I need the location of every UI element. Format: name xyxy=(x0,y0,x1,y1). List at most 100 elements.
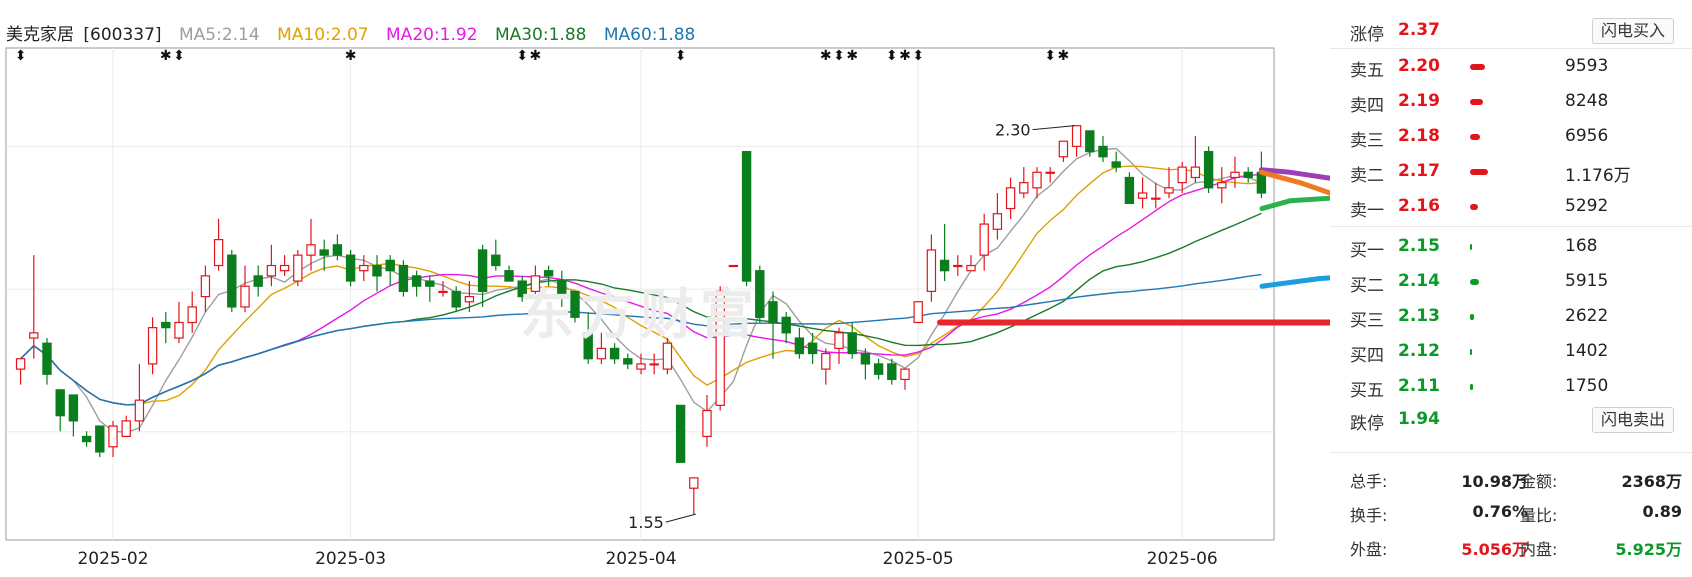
candle-body xyxy=(596,347,607,360)
ask-level-label: 卖五 xyxy=(1350,61,1384,81)
ma5-label: MA5:2.14 xyxy=(178,25,260,45)
candle-body xyxy=(636,363,646,370)
candle-body xyxy=(491,254,501,267)
volume-ratio-value: 0.89 xyxy=(1642,502,1682,521)
candle-body xyxy=(147,327,158,365)
ask-level-label: 卖四 xyxy=(1350,96,1384,116)
ask-row[interactable]: 卖四 2.19 8248 xyxy=(1330,87,1692,117)
x-tick-label: 2025-02 xyxy=(77,549,148,569)
candle-body xyxy=(794,337,805,355)
candle-body xyxy=(689,477,699,489)
ask-row[interactable]: 卖三 2.18 6956 xyxy=(1330,122,1692,152)
x-tick-label: 2025-05 xyxy=(883,549,954,569)
inner-value: 5.925万 xyxy=(1615,540,1682,559)
candle-body xyxy=(68,394,79,422)
event-marker: ⬍ xyxy=(516,48,528,64)
ask-volume-bar xyxy=(1470,99,1483,105)
bid-price: 2.15 xyxy=(1398,236,1440,256)
ask-row[interactable]: 卖五 2.20 9593 xyxy=(1330,52,1692,82)
limit-down-row: 跌停 1.94 闪电卖出 xyxy=(1330,405,1692,435)
flash-buy-button[interactable]: 闪电买入 xyxy=(1592,18,1674,44)
candle-body xyxy=(187,306,197,324)
ask-level-label: 卖一 xyxy=(1350,201,1384,221)
amount-value: 2368万 xyxy=(1621,472,1682,491)
candle-body xyxy=(1019,182,1029,194)
candle-body xyxy=(174,321,184,339)
candle-body xyxy=(451,290,461,308)
outer-label: 外盘: xyxy=(1350,540,1388,559)
candle-body xyxy=(913,301,923,324)
bid-price: 2.13 xyxy=(1398,306,1440,326)
event-marker: ✱ xyxy=(899,48,911,64)
bid-volume-bar xyxy=(1470,314,1474,320)
candle-body xyxy=(609,347,620,360)
bid-volume: 2622 xyxy=(1565,306,1609,326)
bid-row[interactable]: 买三 2.13 2622 xyxy=(1330,302,1692,332)
candle-body xyxy=(1124,176,1135,204)
event-marker: ⬍ xyxy=(1044,48,1056,64)
candle-body xyxy=(108,425,118,448)
outer-value: 5.056万 xyxy=(1461,540,1528,559)
limit-up-price: 2.37 xyxy=(1398,20,1440,40)
event-marker: ⬍ xyxy=(15,48,27,64)
bid-level-label: 买一 xyxy=(1350,241,1384,261)
candle-body xyxy=(1137,192,1148,199)
ask-level-label: 卖三 xyxy=(1350,131,1384,151)
candle-body xyxy=(900,368,910,381)
ask-volume: 5292 xyxy=(1565,196,1609,216)
amount-label: 金额: xyxy=(1520,472,1558,491)
bid-row[interactable]: 买一 2.15 168 xyxy=(1330,232,1692,262)
limit-up-label: 涨停 xyxy=(1350,25,1384,45)
candle-body xyxy=(1045,171,1055,174)
ask-price: 2.16 xyxy=(1398,196,1440,216)
watermark: 东方财富 xyxy=(520,283,760,346)
candle-body xyxy=(477,249,488,293)
bid-volume: 5915 xyxy=(1565,271,1609,291)
limit-down-label: 跌停 xyxy=(1350,414,1384,434)
ask-volume: 6956 xyxy=(1565,126,1609,146)
candle-body xyxy=(939,259,950,272)
candle-body xyxy=(81,435,92,443)
divider xyxy=(1330,48,1692,49)
ask-price: 2.18 xyxy=(1398,126,1440,146)
ma60-label: MA60:1.88 xyxy=(603,25,696,45)
bid-volume: 1402 xyxy=(1565,341,1609,361)
candle-body xyxy=(847,332,857,355)
candle-body xyxy=(504,270,514,282)
candle-body xyxy=(873,363,884,375)
ask-volume-bar xyxy=(1470,169,1488,175)
candle-body xyxy=(55,389,65,417)
candle-body xyxy=(741,150,752,282)
ask-level-label: 卖二 xyxy=(1350,166,1384,186)
candle-body xyxy=(425,280,435,287)
bid-volume-bar xyxy=(1470,384,1473,390)
inner-label: 内盘: xyxy=(1520,540,1558,559)
candle-body xyxy=(42,342,52,375)
flash-sell-button[interactable]: 闪电卖出 xyxy=(1592,407,1674,433)
candle-body xyxy=(768,301,778,324)
candle-body xyxy=(1058,140,1069,158)
candle-body xyxy=(213,239,224,267)
ask-row[interactable]: 卖一 2.16 5292 xyxy=(1330,192,1692,222)
bid-level-label: 买三 xyxy=(1350,311,1384,331)
stock-name: 美克家居 xyxy=(6,25,74,45)
candle-body xyxy=(834,332,844,349)
volume-ratio-label: 量比: xyxy=(1520,506,1558,525)
ask-row[interactable]: 卖二 2.17 1.176万 xyxy=(1330,157,1692,187)
candle-body xyxy=(161,321,171,329)
high-marker-line xyxy=(1032,125,1075,131)
bid-row[interactable]: 买二 2.14 5915 xyxy=(1330,267,1692,297)
order-book-panel: 涨停 2.37 闪电买入 卖五 2.20 9593 卖四 2.19 8248 卖三 2.18 6… xyxy=(1330,0,1692,577)
candle-body xyxy=(649,363,659,366)
bid-row[interactable]: 买五 2.11 1750 xyxy=(1330,372,1692,402)
bid-volume-bar xyxy=(1470,244,1472,250)
candle-body xyxy=(200,275,211,298)
candle-body xyxy=(1032,171,1042,189)
candle-body xyxy=(266,264,277,277)
candle-body xyxy=(293,254,303,282)
event-marker: ✱ xyxy=(530,48,542,64)
ask-price: 2.19 xyxy=(1398,91,1440,111)
candle-body xyxy=(702,409,712,438)
bid-row[interactable]: 买四 2.12 1402 xyxy=(1330,337,1692,367)
candle-body xyxy=(398,264,409,293)
